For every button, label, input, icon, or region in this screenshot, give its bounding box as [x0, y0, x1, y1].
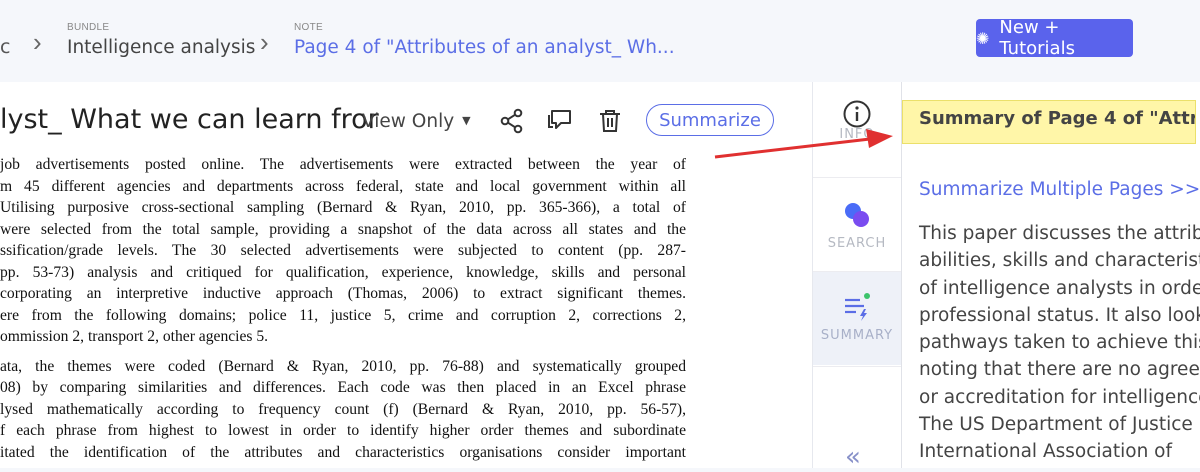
nav-info-label: INFO [839, 127, 875, 142]
summary-line: of intelligence analysts in order to [919, 277, 1200, 299]
chevron-right-icon: › [260, 27, 269, 57]
text-line: were selected from the total sample, pro… [0, 220, 686, 238]
nav-search[interactable]: SEARCH [813, 178, 901, 271]
chevron-right-icon: › [33, 27, 42, 57]
summary-body: This paper discusses the attributes, abi… [919, 220, 1200, 466]
text-line: ommission 2, transport 2, other agencies… [0, 328, 269, 345]
summary-line: abilities, skills and characteristics [919, 250, 1200, 272]
document-title: lyst_ What we can learn fror [0, 104, 379, 135]
text-line: m 45 different agencies and departments … [0, 177, 686, 195]
summary-heading: Summary of Page 4 of "Attributes of an a… [902, 100, 1196, 144]
share-icon[interactable] [499, 108, 525, 134]
text-line: 08) by comparing similarities and differ… [0, 379, 686, 396]
text-line: ssification/grade levels. The 30 selecte… [0, 242, 686, 259]
text-line: corporating an interpretive inductive ap… [0, 285, 686, 302]
summary-line: This paper discusses the attributes, [919, 223, 1200, 244]
nav-summary[interactable]: SUMMARY [813, 272, 901, 365]
comments-icon[interactable] [548, 108, 574, 134]
top-bar: c › BUNDLE Intelligence analysis › NOTE … [0, 0, 1200, 82]
text-line: pp. 53-73) analysis and critiqued for qu… [0, 263, 686, 281]
info-icon [843, 100, 871, 128]
text-line: f each phrase from highest to lowest in … [0, 422, 686, 439]
document-body: job advertisements posted online. The ad… [0, 154, 686, 463]
summary-line: International Association of [919, 441, 1173, 463]
sparkle-icon: ✺ [976, 28, 990, 48]
nav-search-label: SEARCH [827, 236, 887, 251]
trash-icon[interactable] [597, 108, 623, 134]
summarize-multiple-pages-link[interactable]: Summarize Multiple Pages >> [919, 179, 1200, 200]
summary-line: The US Department of Justice [919, 414, 1193, 436]
nav-info[interactable]: INFO [813, 82, 901, 175]
summary-panel: Summary of Page 4 of "Attributes of an a… [901, 82, 1200, 468]
breadcrumb-note[interactable]: NOTE Page 4 of "Attributes of an analyst… [294, 22, 675, 58]
text-line: Utilising purposive cross-sectional samp… [0, 199, 686, 216]
breadcrumb-bundle[interactable]: BUNDLE Intelligence analysis [67, 22, 255, 58]
text-line: itated the identification of the attribu… [0, 443, 686, 461]
note-name[interactable]: Page 4 of "Attributes of an analyst_ Wh.… [294, 37, 675, 58]
note-caption: NOTE [294, 22, 323, 33]
summary-line: or accreditation for intelligence [919, 386, 1200, 408]
summary-line: professional status. It also looks [919, 304, 1200, 326]
text-line: ata, the themes were coded (Bernard & Ry… [0, 357, 686, 375]
breadcrumb-root-fragment[interactable]: c [0, 36, 10, 58]
bundle-caption: BUNDLE [67, 22, 110, 33]
search-icon [845, 203, 869, 227]
view-mode-label: View Only [362, 111, 455, 132]
summary-icon [845, 293, 870, 321]
new-tutorials-button[interactable]: ✺ New + Tutorials [976, 17, 1133, 59]
side-nav: INFO SEARCH SUMMARY « [812, 82, 901, 472]
caret-down-icon: ▼ [462, 114, 471, 127]
nav-summary-label: SUMMARY [820, 328, 894, 343]
text-line: lysed mathematically according to freque… [0, 400, 686, 418]
document-panel: lyst_ What we can learn fror View Only ▼ … [0, 82, 812, 468]
view-mode-dropdown[interactable]: View Only ▼ [362, 111, 471, 132]
summary-line: noting that there are no agreed s [919, 359, 1200, 381]
text-line: ere from the following domains; police 1… [0, 306, 686, 324]
bundle-name[interactable]: Intelligence analysis [67, 37, 255, 58]
summary-line: pathways taken to achieve this, [919, 332, 1200, 354]
summarize-button[interactable]: Summarize [646, 104, 774, 136]
new-tutorials-label: New + Tutorials [999, 17, 1075, 59]
text-line: job advertisements posted online. The ad… [0, 156, 686, 173]
